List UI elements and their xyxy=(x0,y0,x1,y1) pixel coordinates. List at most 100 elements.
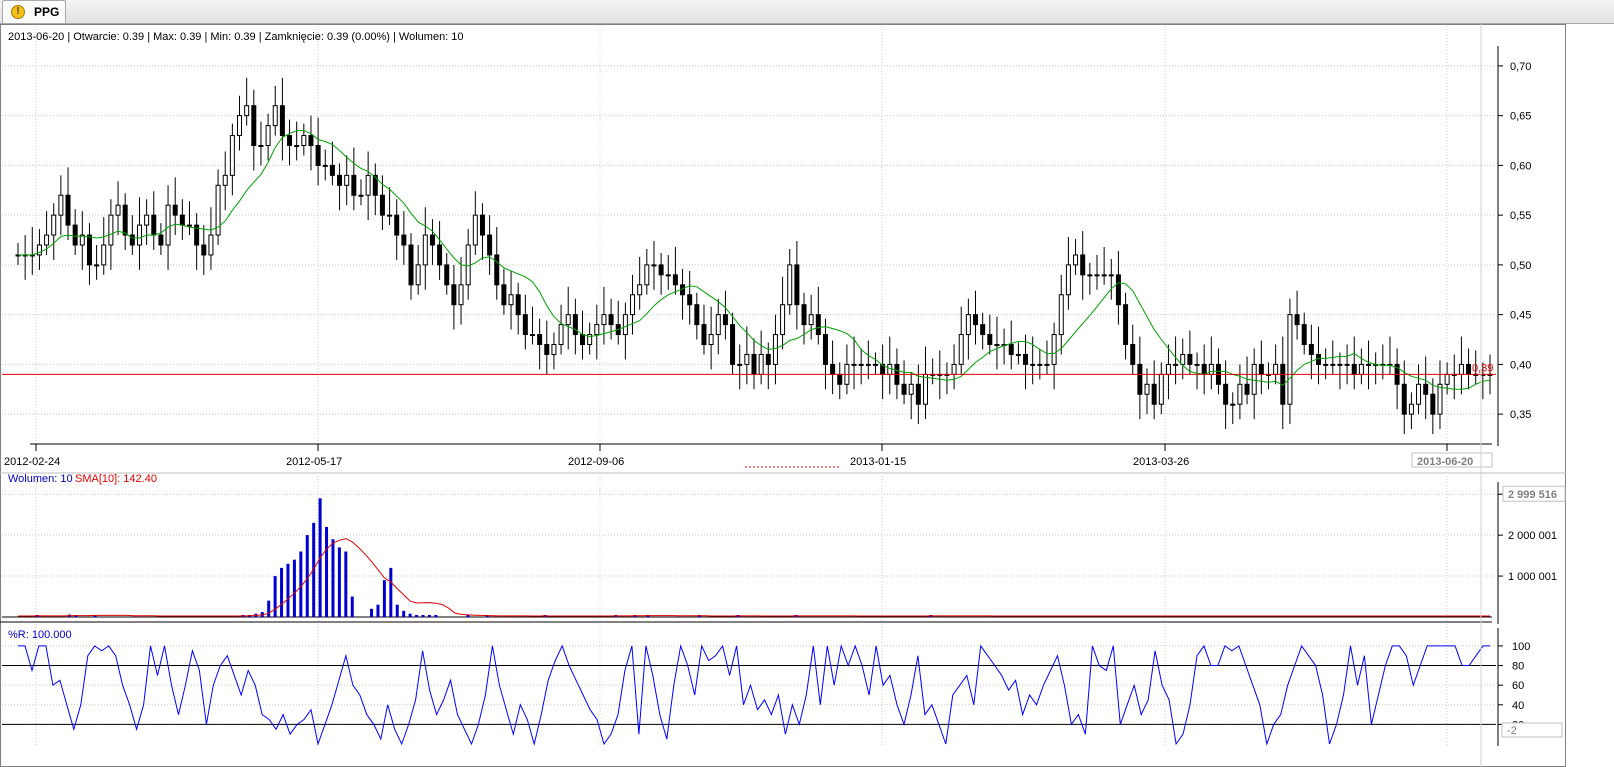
candle-body xyxy=(1080,254,1086,276)
candle-body xyxy=(108,214,114,246)
williams-tick-label: 100 xyxy=(1512,641,1530,653)
candle-body xyxy=(1466,363,1472,375)
candle-body xyxy=(1087,274,1093,277)
price-tick-label: 0,60 xyxy=(1510,160,1531,172)
volume-tick-label: 2 999 516 xyxy=(1508,489,1557,501)
candle-body xyxy=(1458,363,1464,375)
candle-body xyxy=(237,115,243,137)
candle-body xyxy=(58,194,64,216)
candle-body xyxy=(872,363,878,366)
candle-body xyxy=(1194,363,1200,366)
candle-body xyxy=(1101,274,1107,277)
candle-body xyxy=(980,324,986,336)
candle-body xyxy=(165,204,171,246)
candle-body xyxy=(365,174,371,196)
candle-body xyxy=(580,334,586,345)
candle-body xyxy=(451,284,457,306)
stock-chart[interactable]: 2013-06-20 | Otwarcie: 0.39 | Max: 0.39 … xyxy=(0,24,1614,767)
candle-body xyxy=(637,284,643,296)
candle-body xyxy=(86,234,92,266)
candle-body xyxy=(601,314,607,326)
candle-body xyxy=(101,244,107,266)
volume-bar xyxy=(286,563,290,617)
price-tick-label: 0,35 xyxy=(1510,409,1531,421)
candle-body xyxy=(594,324,600,336)
volume-bar xyxy=(376,604,380,617)
candle-body xyxy=(337,174,343,186)
candle-body xyxy=(1151,383,1157,405)
tab-ppg[interactable]: ! PPG xyxy=(2,0,66,23)
candle-body xyxy=(301,135,307,147)
candle-body xyxy=(208,234,214,256)
candle-body xyxy=(630,294,636,316)
williams-title: %R: 100.000 xyxy=(8,629,72,641)
candle-body xyxy=(922,373,928,405)
candle-body xyxy=(765,353,771,365)
candle-body xyxy=(708,334,714,345)
candle-body xyxy=(865,363,871,366)
candle-body xyxy=(322,164,328,167)
candle-body xyxy=(115,204,121,216)
volume-bar xyxy=(395,604,399,617)
volume-bar xyxy=(427,614,431,617)
volume-bar xyxy=(305,535,309,617)
candle-body xyxy=(1008,344,1014,355)
candle-body xyxy=(1065,264,1071,296)
candle-body xyxy=(722,314,728,326)
candle-body xyxy=(151,214,157,236)
volume-bar xyxy=(344,551,348,617)
williams-tick-label: 40 xyxy=(1512,700,1524,712)
candle-body xyxy=(694,304,700,326)
candle-body xyxy=(429,234,435,246)
candle-body xyxy=(1223,383,1229,405)
candle-body xyxy=(294,145,300,147)
candle-body xyxy=(608,314,614,326)
candle-body xyxy=(908,383,914,395)
candle-body xyxy=(1308,344,1314,355)
candle-body xyxy=(1244,383,1250,395)
candle-body xyxy=(730,324,736,365)
candle-body xyxy=(1423,383,1429,395)
info-bar: 2013-06-20 | Otwarcie: 0.39 | Max: 0.39 … xyxy=(8,31,464,43)
volume-bar xyxy=(350,596,354,617)
candle-body xyxy=(1208,363,1214,375)
williams-tick-label: 60 xyxy=(1512,680,1524,692)
candle-body xyxy=(1287,314,1293,405)
candle-body xyxy=(136,224,142,246)
candle-body xyxy=(508,294,514,306)
candle-body xyxy=(1130,344,1136,365)
candle-body xyxy=(72,224,78,246)
candle-body xyxy=(1023,353,1029,365)
x-tick-label: 2012-05-17 xyxy=(286,456,342,468)
candle-body xyxy=(858,363,864,366)
candle-body xyxy=(737,363,743,366)
candle-body xyxy=(794,264,800,306)
candle-body xyxy=(801,304,807,326)
candle-body xyxy=(529,334,535,337)
candle-body xyxy=(279,105,285,137)
candle-body xyxy=(186,224,192,227)
candle-body xyxy=(1051,334,1057,365)
candle-body xyxy=(344,174,350,186)
candle-body xyxy=(1344,363,1350,366)
candle-body xyxy=(422,234,428,266)
candle-body xyxy=(272,105,278,127)
candle-body xyxy=(1430,393,1436,415)
candle-body xyxy=(672,274,678,286)
candle-body xyxy=(780,304,786,336)
candle-body xyxy=(1144,383,1150,395)
candle-body xyxy=(987,334,993,345)
candle-body xyxy=(1073,254,1079,266)
price-tick-label: 0,55 xyxy=(1510,210,1531,222)
candle-body xyxy=(1015,353,1021,356)
candle-body xyxy=(887,363,893,375)
volume-bar xyxy=(325,526,329,617)
volume-sma-label: SMA[10]: 142.40 xyxy=(75,473,157,485)
candle-body xyxy=(951,363,957,375)
candle-body xyxy=(394,214,400,236)
x-tick-label: 2013-06-20 xyxy=(1417,456,1473,468)
volume-tick-label: 2 000 001 xyxy=(1508,530,1557,542)
x-tick-label: 2012-02-24 xyxy=(4,456,60,468)
volume-bar xyxy=(292,559,296,617)
candle-body xyxy=(229,135,235,176)
